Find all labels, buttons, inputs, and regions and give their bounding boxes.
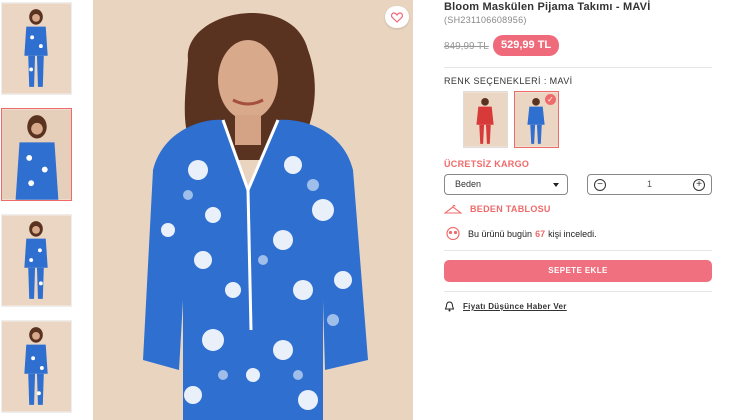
- thumbnail-3[interactable]: [1, 214, 72, 307]
- divider: [444, 250, 712, 251]
- size-dropdown[interactable]: Beden: [444, 174, 568, 195]
- thumbnail-gallery: [0, 0, 74, 420]
- quantity-increase-button[interactable]: +: [693, 179, 705, 191]
- color-swatch-red[interactable]: [463, 91, 508, 148]
- red-pajama-image: [464, 92, 507, 147]
- caret-down-icon: [553, 183, 559, 187]
- sale-price-badge: 529,99 TL: [493, 35, 560, 56]
- favorite-button[interactable]: [385, 6, 409, 28]
- add-to-cart-button[interactable]: SEPETE EKLE: [444, 260, 712, 282]
- thumbnail-1[interactable]: [1, 2, 72, 95]
- size-dropdown-value: Beden: [455, 179, 482, 189]
- product-title: Bloom Maskülen Pijama Takımı - MAVİ: [444, 1, 651, 13]
- divider: [444, 291, 712, 292]
- eyes-icon: [446, 227, 460, 240]
- free-shipping-label: ÜCRETSİZ KARGO: [444, 159, 530, 169]
- quantity-stepper[interactable]: − 1 +: [587, 174, 712, 195]
- old-price: 849,99 TL: [444, 41, 489, 52]
- heart-icon: [391, 11, 403, 23]
- thumbnail-2[interactable]: [1, 108, 72, 201]
- thumbnail-4[interactable]: [1, 320, 72, 413]
- bell-icon: [444, 301, 455, 312]
- color-swatch-blue[interactable]: ✓: [514, 91, 559, 148]
- main-product-image[interactable]: [93, 0, 413, 420]
- color-options-label: RENK SEÇENEKLERİ : MAVİ: [444, 76, 573, 86]
- thumbnail-3-image: [2, 215, 71, 306]
- thumbnail-2-image: [2, 109, 71, 200]
- thumbnail-4-image: [2, 321, 71, 412]
- viewers-notice: Bu ürünü bugün 67 kişi inceledi.: [444, 227, 597, 240]
- size-chart-label: BEDEN TABLOSU: [470, 204, 551, 214]
- model-photo: [93, 0, 413, 420]
- price-alert-link[interactable]: Fiyatı Düşünce Haber Ver: [444, 301, 567, 312]
- size-chart-link[interactable]: BEDEN TABLOSU: [444, 204, 551, 214]
- viewers-prefix: Bu ürünü bugün: [468, 228, 533, 239]
- thumbnail-1-image: [2, 3, 71, 94]
- hanger-icon: [444, 204, 462, 214]
- check-icon: ✓: [545, 94, 556, 105]
- viewers-suffix: kişi inceledi.: [548, 228, 597, 239]
- viewers-count: 67: [535, 228, 546, 239]
- price-alert-label: Fiyatı Düşünce Haber Ver: [463, 302, 567, 311]
- divider: [444, 67, 712, 68]
- product-sku: (SH231106608956): [444, 15, 527, 25]
